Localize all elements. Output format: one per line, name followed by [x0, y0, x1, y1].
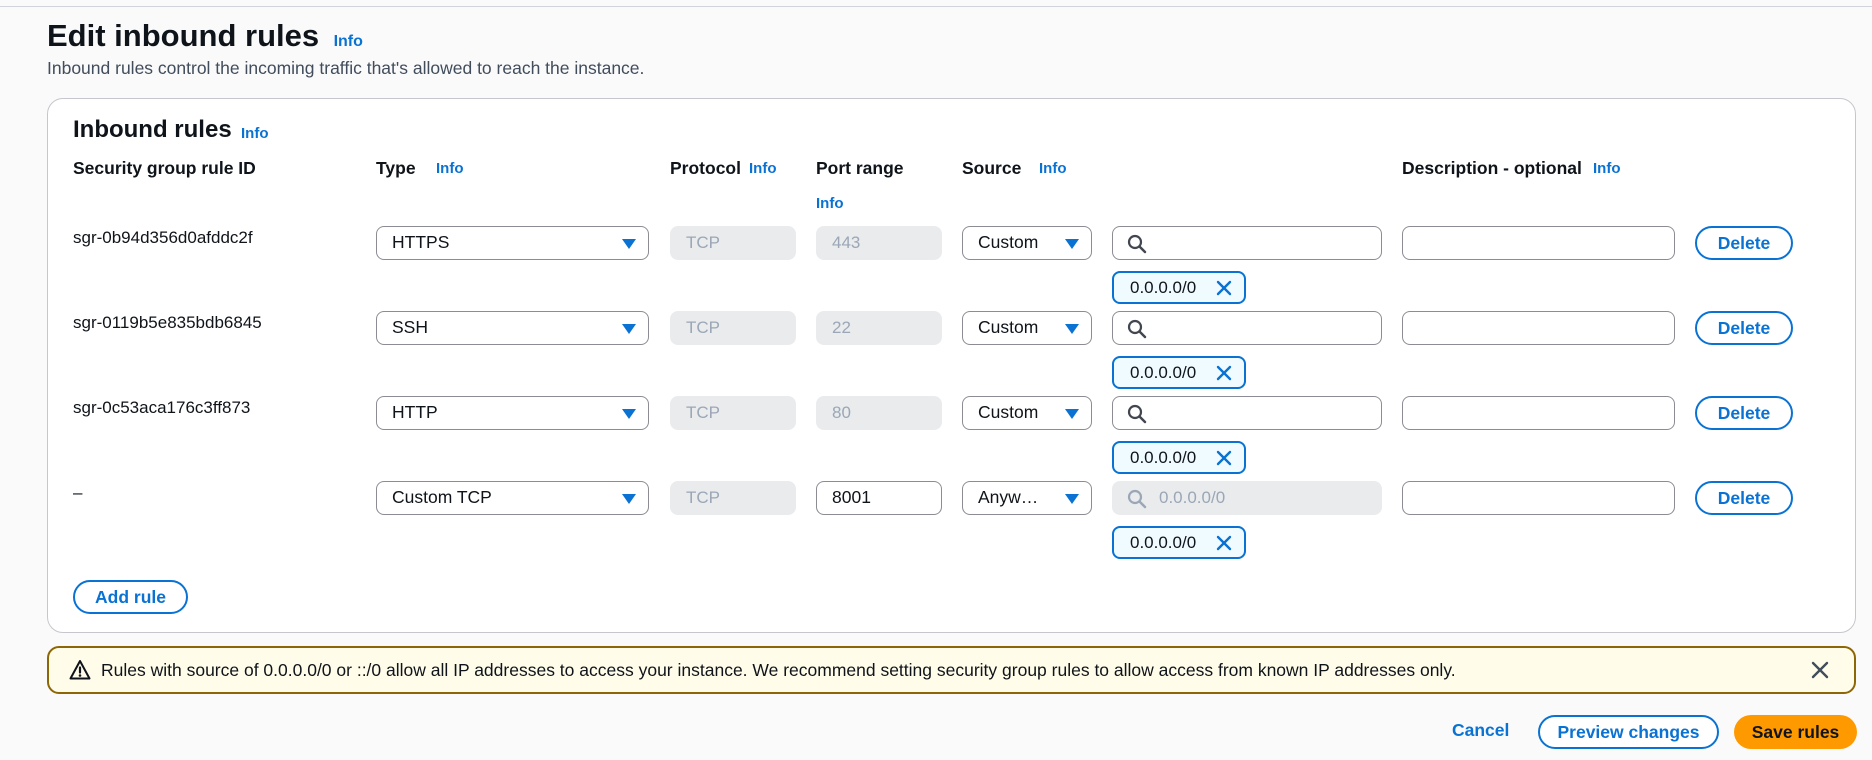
close-icon[interactable] — [1810, 660, 1830, 680]
source-search-input[interactable] — [1112, 226, 1382, 260]
source-type-select[interactable]: Anyw… — [962, 481, 1092, 515]
type-select-value: HTTPS — [392, 232, 450, 252]
delete-rule-button[interactable]: Delete — [1695, 226, 1793, 260]
search-icon — [1127, 404, 1147, 424]
type-select[interactable]: SSH — [376, 311, 649, 345]
description-info-link[interactable]: Info — [1593, 160, 1621, 177]
caret-down-icon — [622, 324, 636, 334]
source-type-value: Anyw… — [978, 487, 1039, 507]
inbound-rules-panel — [47, 98, 1856, 633]
protocol-field: TCP — [670, 226, 796, 260]
page-title-info-link[interactable]: Info — [334, 33, 363, 50]
cidr-token: 0.0.0.0/0 — [1112, 271, 1246, 304]
caret-down-icon — [1065, 324, 1079, 334]
port-range-field: 80 — [816, 396, 942, 430]
port-range-field: 443 — [816, 226, 942, 260]
page-title: Edit inbound rules — [47, 18, 320, 53]
type-select[interactable]: HTTPS — [376, 226, 649, 260]
source-info-link[interactable]: Info — [1039, 160, 1067, 177]
type-select[interactable]: HTTP — [376, 396, 649, 430]
description-input[interactable] — [1402, 226, 1675, 260]
panel-title-info-link[interactable]: Info — [241, 125, 269, 142]
remove-token-icon[interactable] — [1215, 364, 1233, 382]
remove-token-icon[interactable] — [1215, 279, 1233, 297]
cidr-token: 0.0.0.0/0 — [1112, 526, 1246, 559]
type-select-value: HTTP — [392, 402, 438, 422]
cancel-button[interactable]: Cancel — [1452, 720, 1509, 741]
rule-id: – — [73, 483, 83, 502]
cidr-token-label: 0.0.0.0/0 — [1130, 278, 1197, 297]
column-header-protocol: Protocol — [670, 158, 741, 178]
cidr-token-label: 0.0.0.0/0 — [1130, 448, 1197, 467]
type-select-value: SSH — [392, 317, 428, 337]
search-icon — [1127, 234, 1147, 254]
delete-rule-button[interactable]: Delete — [1695, 481, 1793, 515]
search-icon — [1127, 319, 1147, 339]
page-description: Inbound rules control the incoming traff… — [47, 58, 645, 78]
type-info-link[interactable]: Info — [436, 160, 464, 177]
cidr-token: 0.0.0.0/0 — [1112, 356, 1246, 389]
port-range-field: 22 — [816, 311, 942, 345]
port-range-info-link[interactable]: Info — [816, 195, 844, 212]
column-header-description: Description - optional — [1402, 158, 1582, 178]
type-select-value: Custom TCP — [392, 487, 492, 507]
caret-down-icon — [1065, 409, 1079, 419]
source-search-input[interactable] — [1112, 311, 1382, 345]
port-range-input[interactable]: 8001 — [816, 481, 942, 515]
rule-id: sgr-0b94d356d0afddc2f — [73, 228, 253, 247]
page-header: Edit inbound rules Info — [47, 18, 363, 54]
source-type-value: Custom — [978, 317, 1039, 337]
warning-icon — [69, 660, 91, 680]
caret-down-icon — [1065, 494, 1079, 504]
caret-down-icon — [622, 494, 636, 504]
type-select[interactable]: Custom TCP — [376, 481, 649, 515]
panel-title: Inbound rules — [73, 116, 232, 143]
alert-message: Rules with source of 0.0.0.0/0 or ::/0 a… — [101, 660, 1456, 680]
source-type-select[interactable]: Custom — [962, 311, 1092, 345]
column-header-type: Type — [376, 158, 416, 178]
delete-rule-button[interactable]: Delete — [1695, 311, 1793, 345]
source-type-value: Custom — [978, 402, 1039, 422]
caret-down-icon — [1065, 239, 1079, 249]
rule-id: sgr-0119b5e835bdb6845 — [73, 313, 262, 332]
column-header-source: Source — [962, 158, 1022, 178]
description-input[interactable] — [1402, 396, 1675, 430]
protocol-info-link[interactable]: Info — [749, 160, 777, 177]
source-type-select[interactable]: Custom — [962, 226, 1092, 260]
cidr-token-label: 0.0.0.0/0 — [1130, 363, 1197, 382]
caret-down-icon — [622, 239, 636, 249]
protocol-field: TCP — [670, 481, 796, 515]
remove-token-icon[interactable] — [1215, 449, 1233, 467]
source-search-input: 0.0.0.0/0 — [1112, 481, 1382, 515]
top-divider — [0, 6, 1872, 7]
protocol-field: TCP — [670, 311, 796, 345]
protocol-field: TCP — [670, 396, 796, 430]
column-header-port-range: Port range — [816, 158, 904, 178]
preview-changes-button[interactable]: Preview changes — [1538, 715, 1719, 749]
add-rule-button[interactable]: Add rule — [73, 580, 188, 614]
description-input[interactable] — [1402, 481, 1675, 515]
search-placeholder: 0.0.0.0/0 — [1159, 488, 1226, 507]
cidr-token: 0.0.0.0/0 — [1112, 441, 1246, 474]
rule-id: sgr-0c53aca176c3ff873 — [73, 398, 251, 417]
remove-token-icon[interactable] — [1215, 534, 1233, 552]
warning-alert: Rules with source of 0.0.0.0/0 or ::/0 a… — [47, 646, 1856, 694]
search-icon — [1127, 489, 1147, 509]
delete-rule-button[interactable]: Delete — [1695, 396, 1793, 430]
source-type-select[interactable]: Custom — [962, 396, 1092, 430]
caret-down-icon — [622, 409, 636, 419]
source-type-value: Custom — [978, 232, 1039, 252]
cidr-token-label: 0.0.0.0/0 — [1130, 533, 1197, 552]
column-header-rule-id: Security group rule ID — [73, 158, 256, 178]
description-input[interactable] — [1402, 311, 1675, 345]
save-rules-button[interactable]: Save rules — [1734, 715, 1857, 749]
source-search-input[interactable] — [1112, 396, 1382, 430]
